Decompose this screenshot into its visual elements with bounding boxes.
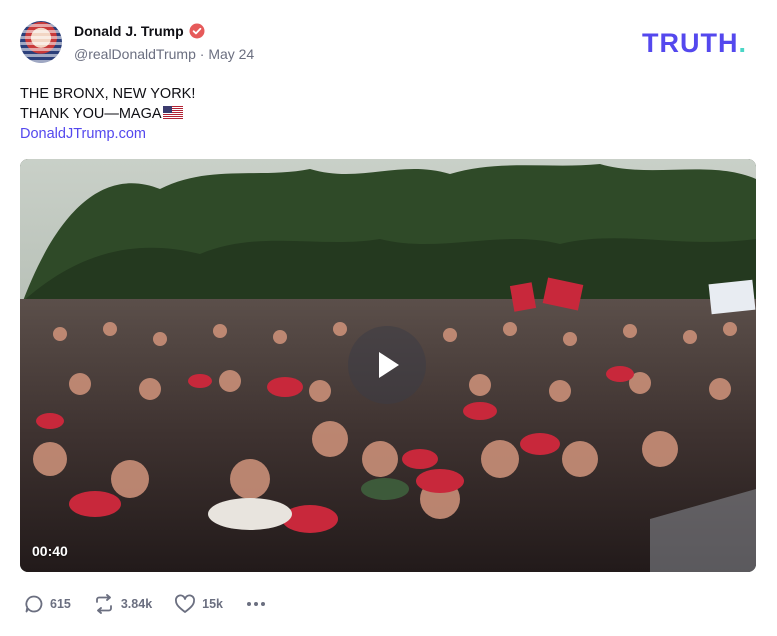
video-player[interactable]: 00:40 bbox=[20, 159, 756, 572]
post-link[interactable]: DonaldJTrump.com bbox=[20, 124, 195, 144]
play-icon bbox=[379, 352, 399, 378]
more-icon bbox=[247, 602, 265, 606]
post-actions: 615 3.84k 15k bbox=[24, 594, 289, 614]
reply-button[interactable]: 615 bbox=[24, 594, 71, 614]
play-button[interactable] bbox=[348, 326, 426, 404]
verified-badge-icon bbox=[189, 23, 205, 39]
post-line-2: THANK YOU—MAGA bbox=[20, 106, 162, 122]
reply-icon bbox=[25, 595, 43, 613]
post-text: THE BRONX, NEW YORK! THANK YOU—MAGA Dona… bbox=[20, 84, 195, 144]
retruth-count: 3.84k bbox=[120, 597, 153, 611]
post-meta: @realDonaldTrump · May 24 bbox=[74, 46, 254, 62]
author-display-name[interactable]: Donald J. Trump bbox=[74, 23, 184, 39]
like-button[interactable]: 15k bbox=[174, 594, 223, 614]
truth-logo[interactable]: TRUTH. bbox=[642, 28, 747, 59]
us-flag-icon bbox=[162, 106, 183, 119]
avatar[interactable] bbox=[20, 21, 62, 63]
like-icon bbox=[175, 594, 196, 613]
reply-count: 615 bbox=[50, 597, 71, 611]
like-count: 15k bbox=[202, 597, 223, 611]
meta-separator: · bbox=[199, 46, 205, 62]
author-handle[interactable]: @realDonaldTrump bbox=[74, 46, 196, 62]
more-button[interactable] bbox=[245, 594, 267, 614]
video-duration: 00:40 bbox=[32, 543, 68, 559]
retruth-icon bbox=[95, 594, 112, 614]
post-date[interactable]: May 24 bbox=[208, 46, 254, 62]
brand-wordmark: TRUTH bbox=[642, 28, 739, 58]
brand-dot: . bbox=[738, 28, 747, 58]
post-line-2-row: THANK YOU—MAGA bbox=[20, 104, 195, 124]
retruth-button[interactable]: 3.84k bbox=[93, 594, 152, 614]
post-line-1: THE BRONX, NEW YORK! bbox=[20, 86, 196, 102]
author-name-row[interactable]: Donald J. Trump bbox=[74, 23, 205, 39]
